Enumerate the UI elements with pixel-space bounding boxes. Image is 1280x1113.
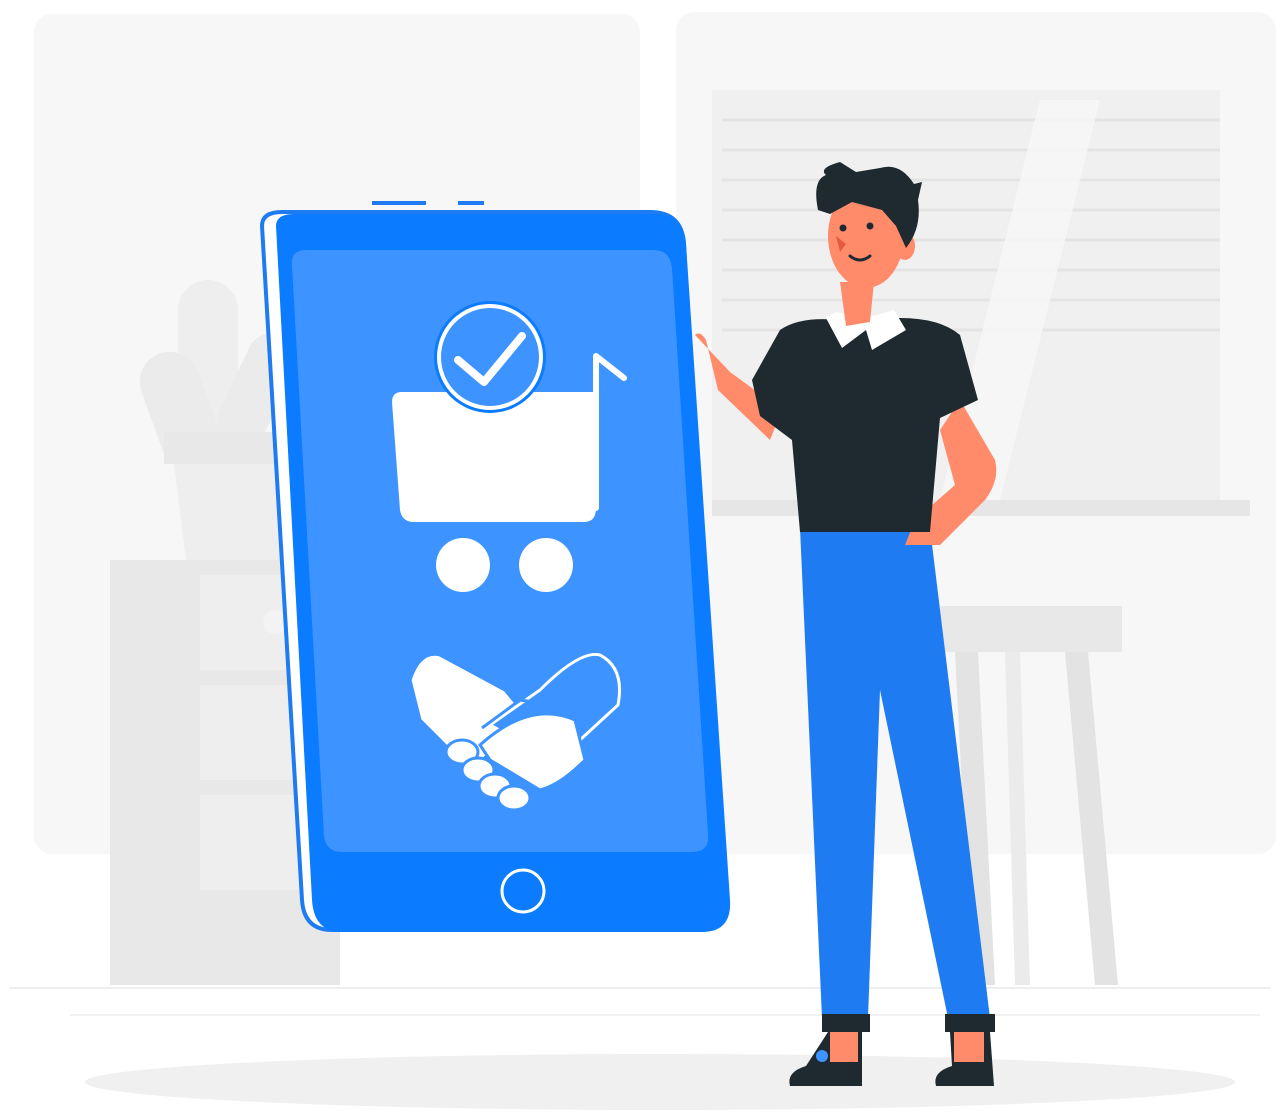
- eye: [866, 222, 874, 230]
- cart-wheel-icon: [519, 538, 573, 592]
- eye: [839, 224, 847, 232]
- floor: [10, 987, 1270, 1110]
- checkmark-badge-icon: [434, 301, 546, 413]
- smartphone: [259, 201, 731, 932]
- illustration-scene: [10, 12, 1276, 1110]
- cart-wheel-icon: [436, 538, 490, 592]
- floor-shadow: [85, 1054, 1235, 1110]
